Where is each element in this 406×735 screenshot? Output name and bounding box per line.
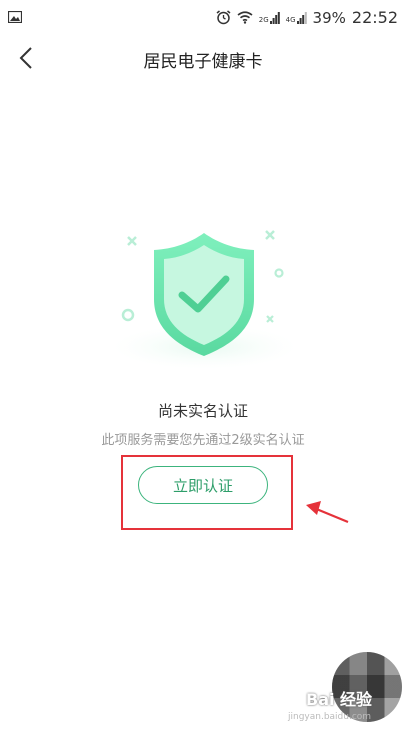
status-icons: 2G 4G 39% 22:52 bbox=[216, 8, 398, 27]
verification-status-description: 此项服务需要您先通过2级实名认证 bbox=[101, 433, 305, 448]
baidu-jingyan-watermark: Bai 经验 jingyan.baidu.com bbox=[288, 650, 406, 735]
signal-2g-icon: 2G bbox=[259, 11, 280, 24]
gallery-notification-icon bbox=[7, 9, 23, 27]
app-header: 居民电子健康卡 bbox=[0, 34, 406, 82]
wifi-icon bbox=[237, 11, 253, 24]
verify-now-button[interactable]: 立即认证 bbox=[138, 466, 268, 504]
signal-4g-icon: 4G bbox=[286, 11, 307, 24]
watermark-url: jingyan.baidu.com bbox=[288, 712, 372, 722]
clock-time: 22:52 bbox=[351, 8, 398, 27]
shield-illustration bbox=[100, 215, 310, 375]
battery-level: 39% bbox=[312, 8, 346, 27]
alarm-icon bbox=[216, 10, 231, 25]
status-bar: 2G 4G 39% 22:52 bbox=[0, 0, 406, 34]
watermark-logo: Bai 经验 bbox=[306, 690, 373, 709]
annotation-arrow-icon bbox=[304, 496, 350, 530]
sparkle-cross-left bbox=[127, 236, 137, 246]
verification-status-title: 尚未实名认证 bbox=[157, 402, 248, 420]
page-title: 居民电子健康卡 bbox=[143, 52, 263, 72]
